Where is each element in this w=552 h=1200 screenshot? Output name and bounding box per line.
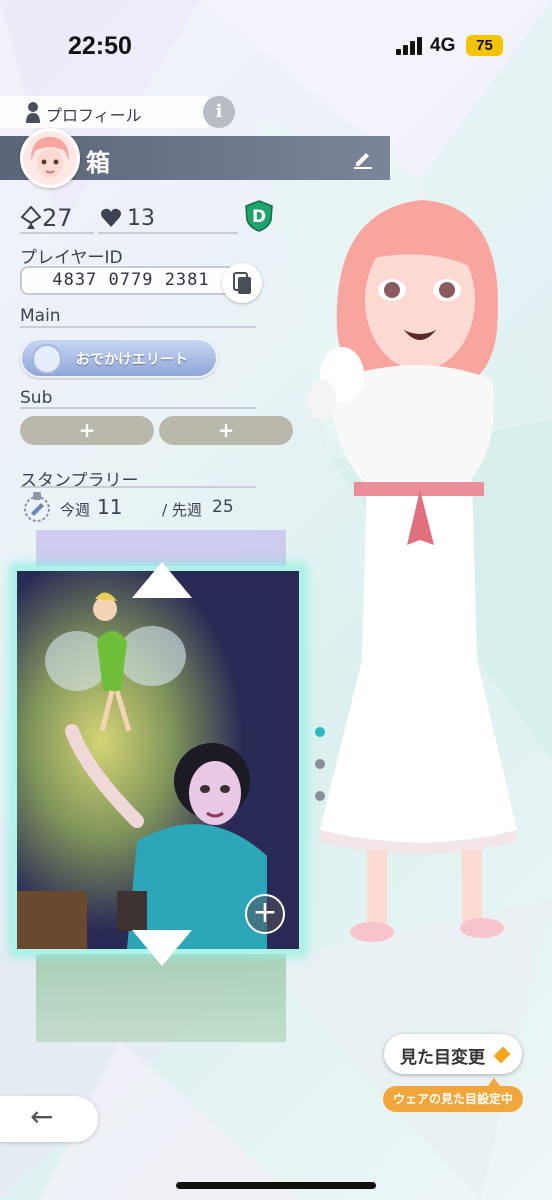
player-id-field: 4837 0779 2381 bbox=[20, 266, 242, 295]
carousel-dot-1[interactable] bbox=[315, 727, 325, 737]
profile-tab: プロフィール bbox=[0, 96, 208, 128]
carousel-up-arrow[interactable] bbox=[132, 562, 192, 598]
home-indicator bbox=[176, 1182, 376, 1189]
last-week-label: / 先週 bbox=[162, 501, 202, 519]
copy-icon bbox=[233, 272, 251, 294]
diamond-spade-icon bbox=[20, 206, 42, 229]
carousel-dot-2[interactable] bbox=[315, 759, 325, 769]
add-sub-title-button-1[interactable]: + bbox=[20, 416, 154, 445]
divider bbox=[20, 232, 94, 234]
stamp-icon bbox=[24, 492, 50, 522]
add-photo-button[interactable]: + bbox=[245, 894, 285, 934]
wear-status-tag: ウェアの見た目設定中 bbox=[383, 1078, 523, 1112]
rank-badge-icon[interactable]: D bbox=[244, 200, 274, 232]
person-icon bbox=[26, 102, 40, 123]
cellular-signal-icon bbox=[396, 37, 424, 55]
main-title-badge[interactable]: おでかけエリート bbox=[20, 338, 218, 378]
carousel-down-arrow[interactable] bbox=[132, 930, 192, 966]
network-type: 4G bbox=[430, 35, 456, 56]
last-week-value: 25 bbox=[212, 497, 234, 517]
add-sub-title-button-2[interactable]: + bbox=[159, 416, 293, 445]
avatar[interactable] bbox=[20, 128, 80, 188]
this-week-label: 今週 bbox=[60, 501, 91, 519]
main-label: Main bbox=[20, 306, 61, 326]
player-id-label: プレイヤーID bbox=[20, 248, 123, 268]
sub-label: Sub bbox=[20, 388, 53, 408]
divider bbox=[20, 407, 256, 409]
edit-name-icon[interactable] bbox=[352, 147, 374, 169]
like-count: 13 bbox=[127, 206, 155, 231]
divider bbox=[20, 486, 256, 488]
diamond-count: 27 bbox=[42, 204, 73, 232]
profile-tab-label: プロフィール bbox=[46, 106, 142, 125]
player-character bbox=[308, 200, 517, 942]
main-title-text: おでかけエリート bbox=[76, 352, 188, 368]
heart-icon bbox=[101, 208, 121, 227]
status-bar: 22:50 4G 75 bbox=[0, 0, 552, 90]
diamond-icon bbox=[493, 1046, 511, 1064]
photo-card-image bbox=[17, 571, 299, 949]
change-look-label: 見た目変更 bbox=[400, 1048, 485, 1068]
change-look-button[interactable]: 見た目変更 bbox=[384, 1034, 522, 1074]
status-time: 22:50 bbox=[68, 32, 132, 60]
carousel-dot-3[interactable] bbox=[315, 791, 325, 801]
divider bbox=[98, 232, 238, 234]
battery-icon: 75 bbox=[466, 35, 503, 56]
this-week-value: 11 bbox=[97, 495, 123, 519]
copy-id-button[interactable] bbox=[222, 263, 262, 303]
divider bbox=[20, 326, 256, 328]
mickey-emblem-icon bbox=[32, 344, 62, 374]
rank-letter: D bbox=[252, 207, 266, 227]
player-name: 箱 bbox=[86, 149, 110, 177]
back-button[interactable]: ← bbox=[0, 1096, 98, 1142]
info-button[interactable]: i bbox=[203, 96, 235, 128]
